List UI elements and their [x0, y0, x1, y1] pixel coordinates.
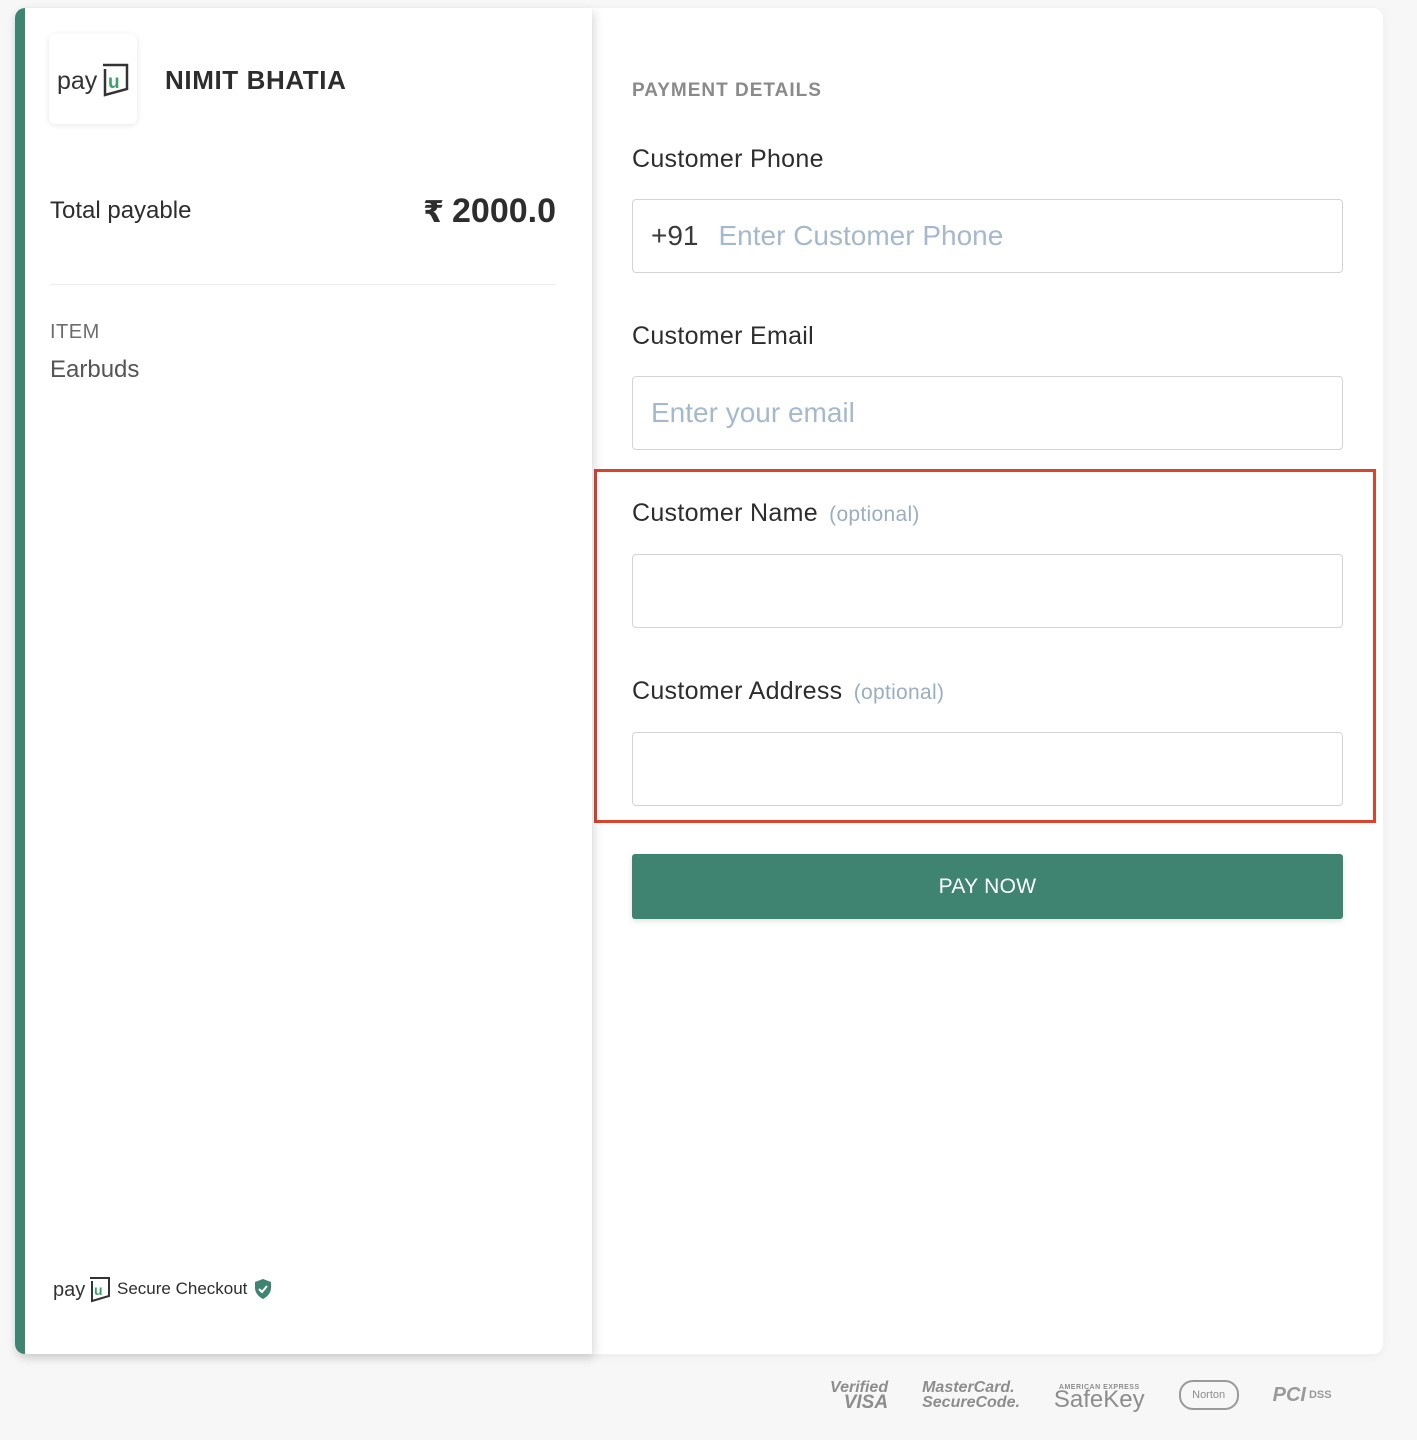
item-label: ITEM [50, 321, 100, 343]
verified-by-visa-badge: Verified VISA [830, 1380, 889, 1413]
country-code-prefix: +91 [651, 220, 699, 251]
order-summary-panel: pay u NIMIT BHATIA Total payable ₹2000.0… [15, 8, 592, 1354]
name-label-text: Customer Name [632, 499, 818, 527]
name-optional-hint: (optional) [829, 503, 920, 526]
phone-field: +91 [632, 199, 1343, 273]
currency-symbol: ₹ [423, 196, 444, 229]
safekey-label: SafeKey [1053, 1385, 1145, 1413]
pay-now-button[interactable]: PAY NOW [632, 854, 1343, 919]
email-input[interactable] [651, 397, 1342, 429]
mc-badge-line1: MasterCard. [922, 1379, 1015, 1396]
visa-badge-line2: VISA [843, 1392, 889, 1413]
address-optional-hint: (optional) [853, 681, 945, 704]
svg-text:pay: pay [57, 67, 98, 95]
pci-label: PCI [1272, 1383, 1306, 1406]
shield-check-icon [255, 1279, 272, 1299]
norton-label: Norton [1192, 1389, 1226, 1401]
secure-checkout-label: Secure Checkout [117, 1279, 248, 1298]
svg-text:u: u [108, 72, 120, 93]
merchant-logo: pay u [49, 34, 137, 124]
phone-input[interactable] [718, 220, 1342, 252]
payu-logo-icon: pay u [57, 63, 129, 97]
mastercard-securecode-badge: MasterCard. SecureCode. [922, 1379, 1020, 1411]
total-payable-label: Total payable [50, 197, 192, 224]
name-field [632, 554, 1343, 628]
payment-details-panel: PAYMENT DETAILS Customer Phone +91 Custo… [592, 8, 1383, 1354]
svg-text:pay: pay [53, 1279, 85, 1301]
amex-safekey-badge: AMERICAN EXPRESS SafeKey [1054, 1384, 1145, 1412]
address-label: Customer Address (optional) [632, 677, 944, 706]
norton-secured-badge: Norton [1178, 1380, 1239, 1410]
item-value: Earbuds [50, 356, 140, 383]
pci-dss-badge: PCI DSS [1273, 1384, 1332, 1407]
total-amount-value: 2000.0 [452, 192, 556, 230]
trust-badges: Verified VISA MasterCard. SecureCode. AM… [830, 1379, 1332, 1413]
total-amount: ₹2000.0 [423, 192, 556, 231]
secure-checkout-badge: pay u Secure Checkout [53, 1273, 273, 1305]
email-field [632, 376, 1343, 450]
address-field [632, 732, 1343, 806]
address-label-text: Customer Address [632, 677, 843, 705]
payu-small-logo-icon: pay u [53, 1277, 110, 1303]
svg-text:u: u [94, 1282, 103, 1298]
phone-label: Customer Phone [632, 145, 824, 173]
name-input[interactable] [651, 575, 1342, 607]
address-input[interactable] [651, 753, 1342, 785]
name-label: Customer Name (optional) [632, 499, 920, 528]
mc-badge-line2: SecureCode. [922, 1394, 1020, 1411]
merchant-name: NIMIT BHATIA [165, 65, 347, 95]
section-title: PAYMENT DETAILS [632, 80, 822, 101]
email-label: Customer Email [632, 322, 815, 350]
divider [50, 284, 556, 285]
dss-label: DSS [1308, 1389, 1332, 1401]
